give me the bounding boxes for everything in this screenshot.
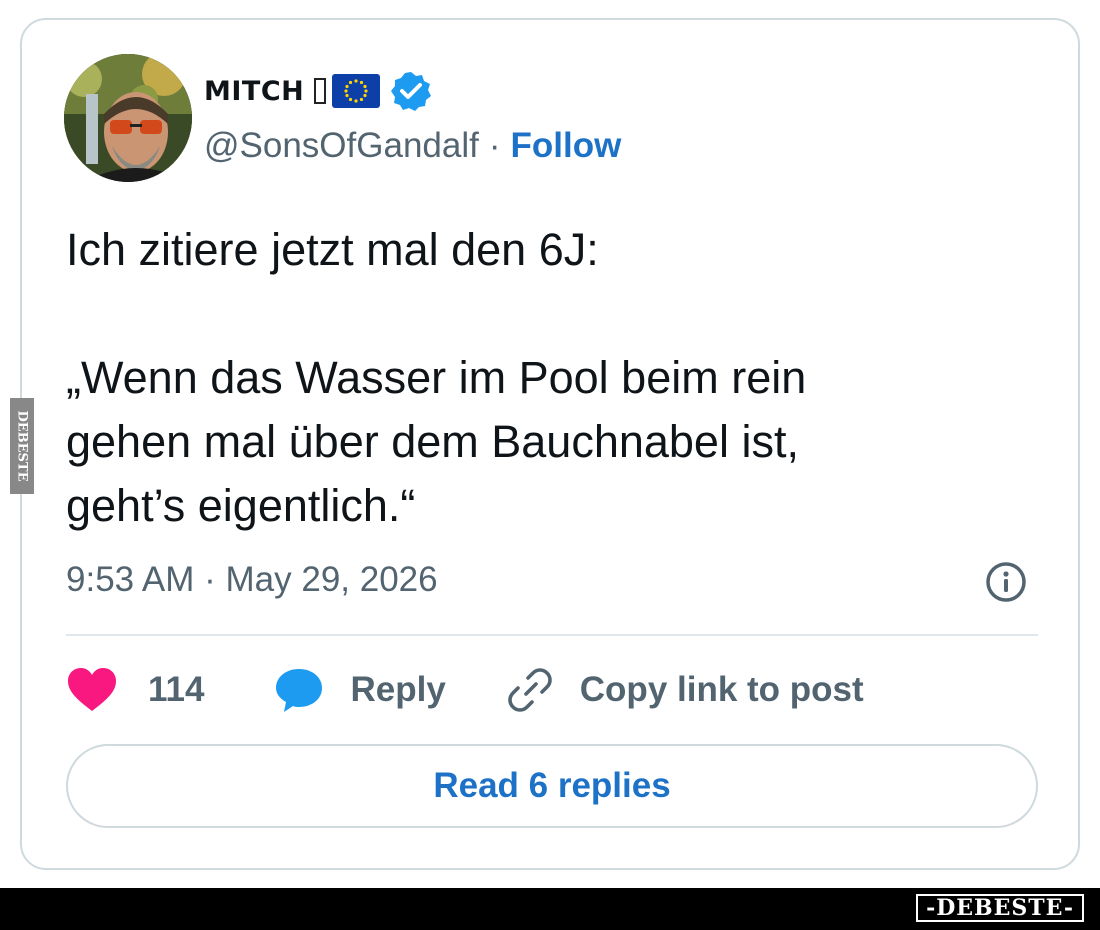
- tweet-line: gehen mal über dem Bauchnabel ist,: [66, 416, 799, 467]
- like-button[interactable]: 114: [66, 667, 274, 713]
- copy-link-button[interactable]: Copy link to post: [506, 666, 864, 714]
- action-bar: 114 Reply Copy link to post: [66, 666, 864, 714]
- side-watermark: DEBESTE: [10, 398, 34, 494]
- like-count: 114: [148, 670, 205, 709]
- watermark-logo: -DEBESTE-: [916, 894, 1084, 922]
- verified-badge-icon: [391, 72, 432, 111]
- link-icon: [507, 668, 552, 712]
- tweet-line: Ich zitiere jetzt mal den 6J:: [66, 224, 599, 275]
- info-icon[interactable]: [984, 560, 1028, 604]
- watermark-side-logo: DEBESTE: [15, 410, 30, 481]
- author-name-row: MITCH: [204, 70, 432, 112]
- read-replies-button[interactable]: Read 6 replies: [66, 744, 1038, 828]
- heart-icon: [68, 668, 116, 711]
- svg-text:DEBESTE: DEBESTE: [15, 410, 30, 481]
- author-handle[interactable]: @SonsOfGandalf: [204, 126, 479, 166]
- handle-row: @SonsOfGandalf · Follow: [204, 126, 621, 166]
- avatar-photo: [64, 54, 192, 182]
- separator-dot: ·: [488, 126, 501, 165]
- tweet-text: Ich zitiere jetzt mal den 6J: „Wenn das …: [66, 218, 1026, 538]
- read-replies-label: Read 6 replies: [433, 766, 671, 805]
- follow-button[interactable]: Follow: [511, 126, 622, 166]
- reply-button[interactable]: Reply: [274, 667, 505, 713]
- tweet-line: geht’s eigentlich.“: [66, 480, 416, 531]
- timestamp-text: 9:53 AM · May 29, 2026: [66, 560, 438, 599]
- watermark-bar: -DEBESTE-: [0, 888, 1100, 930]
- timestamp[interactable]: 9:53 AM · May 29, 2026: [66, 558, 438, 602]
- eu-flag-icon: [332, 74, 381, 108]
- unsupported-glyph-icon: [314, 78, 327, 104]
- display-name[interactable]: MITCH: [204, 76, 304, 107]
- copy-link-label: Copy link to post: [579, 670, 864, 709]
- watermark-logo-text: -DEBESTE-: [926, 895, 1074, 921]
- tweet-line: „Wenn das Wasser im Pool beim rein: [66, 352, 807, 403]
- avatar[interactable]: [64, 54, 192, 182]
- reply-bubble-icon: [276, 669, 323, 712]
- reply-label: Reply: [350, 670, 446, 709]
- tweet-card: MITCH @SonsOfGandalf · Follow Ich zitier…: [20, 18, 1080, 870]
- divider: [66, 634, 1038, 636]
